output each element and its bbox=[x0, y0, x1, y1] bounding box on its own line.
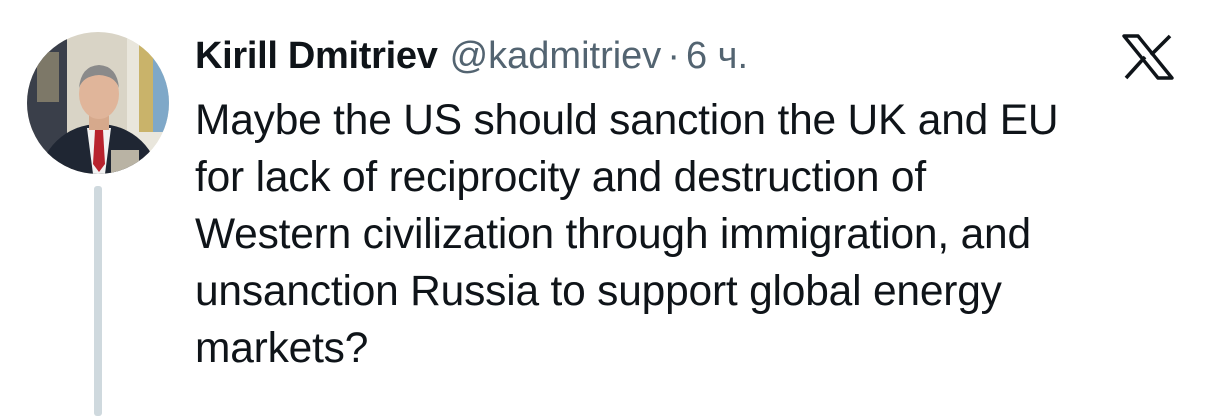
author-name[interactable]: Kirill Dmitriev bbox=[195, 30, 438, 82]
tweet-header: Kirill Dmitriev @kadmitriev · 6 ч. bbox=[195, 30, 748, 82]
tweet-timestamp[interactable]: 6 ч. bbox=[686, 30, 748, 82]
avatar[interactable] bbox=[27, 32, 169, 174]
tweet-text: Maybe the US should sanction the UK and … bbox=[195, 97, 1059, 372]
x-logo-icon[interactable] bbox=[1122, 34, 1174, 80]
header-separator: · bbox=[667, 35, 680, 77]
author-handle[interactable]: @kadmitriev bbox=[450, 30, 662, 82]
thread-connector-line bbox=[94, 186, 102, 416]
avatar-image bbox=[27, 32, 169, 174]
